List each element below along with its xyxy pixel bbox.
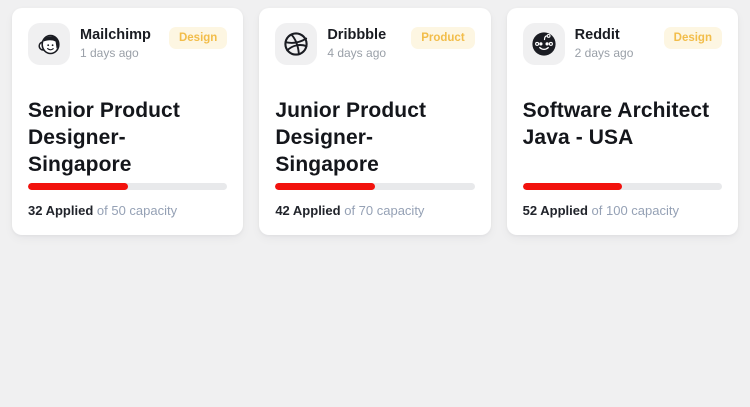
job-card-board: Mailchimp 1 days ago Design Senior Produ…	[0, 0, 750, 243]
job-card-reddit[interactable]: Reddit 2 days ago Design Software Archit…	[506, 8, 738, 235]
company-logo	[28, 23, 70, 65]
category-badge[interactable]: Design	[168, 27, 228, 49]
applied-stats: 32 Applied of 50 capacity	[28, 203, 227, 219]
company-name: Reddit	[574, 27, 620, 43]
job-card-mailchimp[interactable]: Mailchimp 1 days ago Design Senior Produ…	[12, 8, 244, 235]
applied-stats: 52 Applied of 100 capacity	[523, 203, 722, 219]
applicants-progress-fill	[275, 183, 375, 190]
posted-time: 1 days ago	[80, 46, 139, 60]
company-logo	[522, 23, 565, 65]
applicants-progress-fill	[522, 183, 623, 190]
card-header: Reddit 2 days ago Design	[522, 23, 722, 65]
company-name: Mailchimp	[80, 27, 151, 43]
applied-stats: 42 Applied of 70 capacity	[275, 203, 474, 219]
capacity-label: of 100 capacity	[591, 203, 679, 218]
dribbble-icon	[282, 30, 310, 58]
job-title: Senior Product Designer-Singapore	[28, 99, 180, 176]
job-card-dribbble[interactable]: Dribbble 4 days ago Product Junior Produ…	[259, 8, 491, 235]
mailchimp-icon	[35, 30, 63, 58]
company-logo	[275, 23, 318, 65]
category-badge[interactable]: Product	[411, 27, 475, 49]
job-title: Junior Product Designer-Singapore	[275, 99, 427, 176]
capacity-label: of 70 capacity	[344, 203, 425, 218]
applied-count: 42 Applied	[275, 203, 341, 218]
card-header: Mailchimp 1 days ago Design	[28, 23, 228, 65]
card-header: Dribbble 4 days ago Product	[275, 23, 475, 65]
posted-time: 4 days ago	[327, 46, 387, 60]
company-meta: Dribbble 4 days ago	[327, 23, 386, 61]
job-title: Software Architect Java - USA	[522, 99, 710, 149]
applicants-progress-bar	[522, 183, 722, 190]
posted-time: 2 days ago	[574, 46, 634, 60]
capacity-label: of 50 capacity	[96, 203, 178, 218]
category-badge[interactable]: Design	[663, 27, 722, 49]
company-meta: Reddit 2 days ago	[575, 23, 634, 61]
applicants-progress-bar	[28, 183, 228, 190]
applied-count: 52 Applied	[522, 203, 588, 218]
applied-count: 32 Applied	[28, 203, 94, 218]
reddit-icon	[530, 30, 558, 58]
company-name: Dribbble	[327, 27, 387, 43]
applicants-progress-bar	[275, 183, 475, 190]
applicants-progress-fill	[28, 183, 128, 190]
company-meta: Mailchimp 1 days ago	[80, 23, 151, 61]
